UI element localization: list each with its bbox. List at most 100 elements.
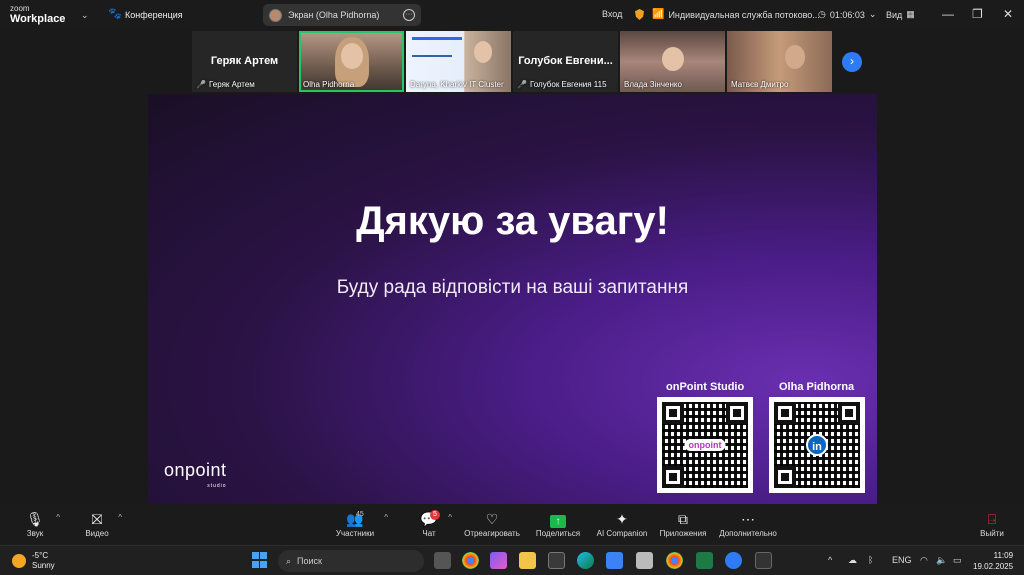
paw-icon: 🐾 xyxy=(108,8,122,20)
onpoint-logo: onpoint studio xyxy=(164,461,227,494)
cloud-icon[interactable]: ☁ xyxy=(848,555,857,566)
leave-button[interactable]: ⍈ Выйти xyxy=(978,509,1006,538)
search-placeholder: Поиск xyxy=(297,556,322,566)
more-label: Дополнительно xyxy=(719,529,777,538)
service-label: Индивидуальная служба потоково... xyxy=(668,9,820,20)
leave-label: Выйти xyxy=(980,529,1004,538)
sparkle-icon: ✦ xyxy=(616,511,628,527)
apps-button[interactable]: ⧉ Приложения xyxy=(656,509,710,538)
battery-icon[interactable]: ▭ xyxy=(953,555,962,566)
weather-condition: Sunny xyxy=(32,561,55,570)
ai-label: AI Companion xyxy=(596,529,648,538)
sun-icon xyxy=(12,554,26,568)
copilot-icon[interactable] xyxy=(490,552,507,569)
slide-thumb xyxy=(412,37,462,40)
heart-icon: ♡ xyxy=(485,511,499,527)
zoom-logo: zoom Workplace xyxy=(10,4,66,25)
share-label: Поделиться xyxy=(535,529,581,538)
task-view-icon[interactable] xyxy=(434,552,451,569)
participants-icon: 👥 xyxy=(346,511,364,527)
tile-name: Daryna, Kharkiv IT Cluster xyxy=(410,80,504,89)
chevron-up-icon[interactable]: ^ xyxy=(828,555,832,565)
tile-name: Olha Pidhorna xyxy=(303,80,355,89)
tile-big-name: Геряк Артем xyxy=(210,55,279,67)
bluetooth-icon[interactable]: ᛒ xyxy=(868,555,873,565)
chevron-up-icon[interactable]: ^ xyxy=(56,513,60,522)
edge-icon[interactable] xyxy=(577,552,594,569)
excel-icon[interactable] xyxy=(696,552,713,569)
os-taskbar: -5°C Sunny ⌕ Поиск ^ ☁ ᛒ ENG ◠ 🔈 ▭ 11:09… xyxy=(0,545,1024,575)
video-tile[interactable]: Матвєв Дмитро xyxy=(727,31,832,92)
chevron-up-icon[interactable]: ^ xyxy=(384,513,388,522)
brand-subtext: studio xyxy=(207,483,227,489)
qr2-label: Olha Pidhorna xyxy=(779,381,855,393)
apps-label: Приложения xyxy=(659,529,707,538)
video-button[interactable]: ⛝ Видео ^ xyxy=(84,509,122,538)
tile-name: Голубок Евгения 115 xyxy=(529,80,607,89)
slide-thumb-line xyxy=(412,55,452,57)
language-indicator[interactable]: ENG xyxy=(892,555,912,565)
windows-start-icon[interactable] xyxy=(252,552,269,569)
video-tile[interactable]: Daryna, Kharkiv IT Cluster xyxy=(406,31,511,92)
chevron-up-icon[interactable]: ^ xyxy=(118,513,122,522)
video-tile-active[interactable]: Olha Pidhorna xyxy=(299,31,404,92)
slide-subtitle: Буду рада відповісти на ваші запитання xyxy=(336,277,689,298)
defender-icon[interactable] xyxy=(606,552,623,569)
tile-big-name: Голубок Евгени... xyxy=(518,55,613,67)
linkedin-icon: in xyxy=(806,434,828,456)
video-strip: Геряк Артем 🎤 Геряк Артем Olha Pidhorna D… xyxy=(192,31,832,92)
wifi-icon[interactable]: ◠ xyxy=(920,555,928,566)
ai-companion-button[interactable]: ✦ AI Companion xyxy=(594,509,650,538)
chrome-profile-icon[interactable] xyxy=(666,552,683,569)
next-page-icon[interactable]: › xyxy=(842,52,862,72)
screen-share-label: Экран (Olha Pidhorna) xyxy=(288,10,380,20)
chat-unread-badge: 5 xyxy=(430,510,440,520)
react-button[interactable]: ♡ Отреагировать xyxy=(462,509,522,538)
chevron-up-icon[interactable]: ^ xyxy=(448,513,452,522)
mic-muted-icon: 🎤 xyxy=(196,80,206,89)
apps-icon: ⧉ xyxy=(678,511,688,527)
logo-line2: Workplace xyxy=(10,13,66,25)
screen-share-pill[interactable]: Экран (Olha Pidhorna) ··· xyxy=(263,4,421,26)
chevron-down-icon[interactable]: ⌄ xyxy=(81,10,89,21)
streaming-service[interactable]: 📶 Индивидуальная служба потоково... xyxy=(652,9,820,20)
chrome-icon[interactable] xyxy=(462,552,479,569)
share-button[interactable]: ↑ Поделиться xyxy=(534,509,582,538)
chat-button[interactable]: 💬 5 Чат ^ xyxy=(418,509,452,538)
weather-widget[interactable]: -5°C Sunny xyxy=(12,551,55,571)
meeting-menu[interactable]: 🐾 Конференция xyxy=(108,9,183,20)
meeting-label: Конференция xyxy=(125,9,183,20)
face xyxy=(341,43,363,69)
tile-name: Геряк Артем xyxy=(208,80,255,89)
zoom-app-icon[interactable] xyxy=(725,552,742,569)
view-button[interactable]: Вид ▦ xyxy=(886,9,915,20)
roblox-icon[interactable] xyxy=(636,552,653,569)
security-shield-icon[interactable] xyxy=(635,9,644,20)
store-icon[interactable] xyxy=(548,552,565,569)
volume-icon[interactable]: 🔈 xyxy=(936,555,947,566)
more-icon[interactable]: ··· xyxy=(403,9,415,21)
qr-code-onpoint: onpoint xyxy=(657,397,753,493)
video-tile[interactable]: Влада Зінченко xyxy=(620,31,725,92)
video-tile[interactable]: Геряк Артем 🎤 Геряк Артем xyxy=(192,31,297,92)
avatar xyxy=(269,8,282,22)
search-box[interactable]: ⌕ Поиск xyxy=(278,550,424,572)
exit-icon: ⍈ xyxy=(987,511,997,527)
restore-icon[interactable]: ❐ xyxy=(972,7,983,21)
close-icon[interactable]: ✕ xyxy=(1003,7,1013,21)
minimize-icon[interactable]: — xyxy=(942,7,954,21)
share-screen-icon: ↑ xyxy=(550,515,566,528)
file-explorer-icon[interactable] xyxy=(519,552,536,569)
timer-label: 01:06:03 xyxy=(829,9,865,20)
mic-muted-icon: 🎤 xyxy=(517,80,527,89)
more-button[interactable]: ⋯ Дополнительно xyxy=(716,509,780,538)
face xyxy=(474,41,492,63)
video-tile[interactable]: Голубок Евгени... 🎤 Голубок Евгения 115 xyxy=(513,31,618,92)
qr1-label: onPoint Studio xyxy=(666,381,745,393)
app-icon[interactable] xyxy=(755,552,772,569)
participants-button[interactable]: 👥 45 Участники ^ xyxy=(334,509,388,538)
login-button[interactable]: Вход xyxy=(602,9,622,19)
meeting-timer[interactable]: ◷ 01:06:03 ⌄ xyxy=(818,9,876,20)
system-clock[interactable]: 11:09 19.02.2025 xyxy=(973,550,1013,572)
audio-button[interactable]: 🎙 Звук ^ xyxy=(22,509,60,538)
